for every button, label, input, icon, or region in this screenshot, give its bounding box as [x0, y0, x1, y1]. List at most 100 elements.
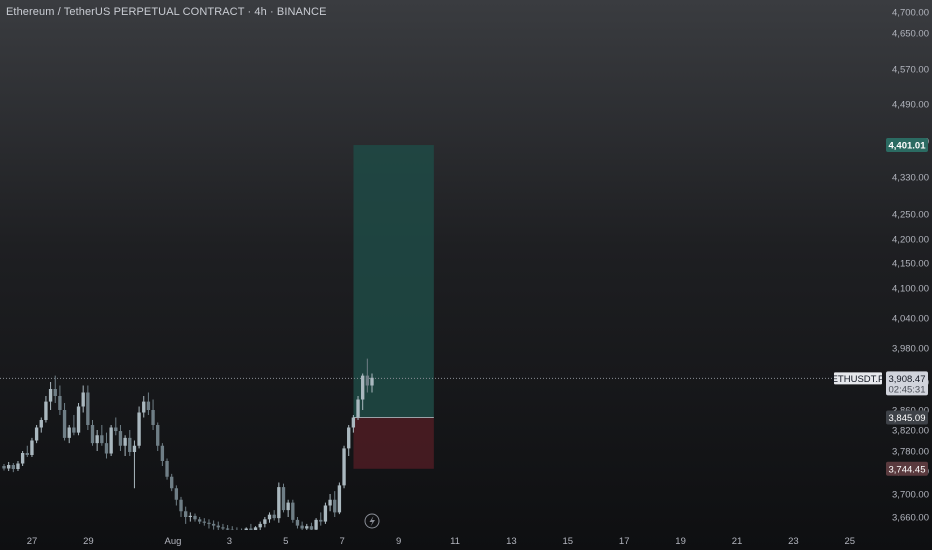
loss-zone[interactable]	[353, 417, 434, 469]
candle-body	[193, 515, 197, 520]
candle	[2, 464, 6, 471]
candle-body	[16, 463, 20, 469]
candle	[132, 440, 137, 489]
candle-body	[72, 427, 76, 433]
price-axis-tick-label: 4,100.00	[892, 284, 929, 295]
candle	[236, 527, 238, 530]
candle-body	[365, 375, 370, 386]
candle-body	[48, 389, 53, 402]
price-axis-tick-label: 4,250.00	[892, 210, 929, 221]
candle-body	[86, 392, 90, 425]
candle-body	[272, 514, 276, 519]
candle-body	[76, 406, 81, 433]
candle	[118, 425, 123, 451]
time-axis-tick-label: 9	[396, 536, 401, 547]
time-axis-tick-label: 21	[732, 536, 743, 547]
candle	[244, 527, 248, 530]
candle-body	[128, 437, 132, 452]
last-price-label: 3,908.47	[889, 374, 926, 385]
candle	[165, 458, 169, 480]
candle	[95, 430, 99, 451]
candle	[76, 403, 81, 436]
candle	[151, 399, 155, 430]
bar-countdown-label: 02:45:31	[889, 384, 926, 395]
time-axis-tick-label: 23	[788, 536, 799, 547]
candle	[90, 420, 95, 446]
candle	[53, 375, 57, 403]
candle	[20, 451, 25, 466]
price-axis-tick-label: 3,780.00	[892, 447, 929, 458]
candle	[11, 463, 15, 473]
candle	[291, 499, 295, 523]
candle-body	[267, 514, 272, 520]
candle	[44, 396, 48, 423]
price-chart[interactable]: 3,660.003,700.003,740.003,780.003,820.00…	[0, 0, 932, 550]
candle-body	[62, 410, 67, 438]
price-axis-tick-label: 3,660.00	[892, 513, 929, 524]
candle-body	[328, 499, 332, 506]
candle-body	[20, 453, 25, 464]
candle	[114, 417, 118, 436]
price-axis-tick-label: 3,700.00	[892, 490, 929, 501]
candle	[146, 392, 151, 415]
candle	[221, 523, 225, 530]
candle-body	[151, 410, 155, 425]
candle	[193, 513, 197, 522]
candle-body	[44, 401, 48, 420]
symbol-label: ETHUSDT.P	[832, 374, 885, 385]
candle-body	[188, 515, 193, 517]
candle-body	[109, 427, 113, 454]
candle-body	[319, 519, 323, 522]
time-axis-tick-label: 29	[83, 536, 94, 547]
candle-body	[165, 461, 169, 477]
candle-body	[137, 412, 141, 446]
candle-body	[6, 465, 11, 469]
candle-body	[249, 528, 253, 530]
candle	[342, 445, 346, 489]
price-axis-tick-label: 4,650.00	[892, 29, 929, 40]
time-axis-tick-label: 27	[27, 536, 38, 547]
candle-body	[216, 525, 220, 528]
candle-body	[100, 435, 104, 444]
candle-body	[34, 427, 39, 441]
candle-body	[118, 431, 123, 446]
candle	[16, 461, 20, 471]
candle	[156, 422, 160, 451]
candle	[170, 473, 174, 492]
candle	[249, 523, 253, 530]
candle-body	[221, 527, 225, 529]
candle	[6, 462, 11, 471]
candle-body	[39, 420, 43, 428]
candle-body	[253, 527, 258, 530]
candle	[230, 526, 234, 530]
candle-body	[202, 521, 206, 523]
candle-body	[300, 525, 304, 529]
candle-body	[25, 453, 29, 455]
candle	[277, 482, 281, 523]
candle	[197, 517, 202, 524]
candle-body	[183, 511, 188, 517]
candle	[30, 437, 34, 457]
candle	[258, 521, 262, 530]
candle	[58, 385, 62, 415]
candle	[319, 512, 323, 526]
candle	[225, 525, 230, 530]
candle	[328, 494, 332, 512]
price-axis-tick-label: 4,150.00	[892, 259, 929, 270]
profit-zone[interactable]	[353, 145, 434, 418]
candle	[142, 396, 146, 418]
candle	[356, 396, 360, 420]
candle-body	[263, 519, 267, 524]
candle-body	[286, 502, 290, 511]
candle-body	[314, 519, 318, 530]
candle	[67, 425, 71, 444]
candle	[300, 521, 304, 530]
candle-body	[347, 427, 351, 449]
candle	[253, 526, 258, 530]
candle-body	[277, 487, 281, 519]
candle-body	[104, 443, 109, 454]
candle-body	[361, 375, 365, 400]
candle-body	[356, 399, 360, 418]
candle-body	[281, 487, 286, 511]
time-axis-tick-label: 17	[619, 536, 630, 547]
